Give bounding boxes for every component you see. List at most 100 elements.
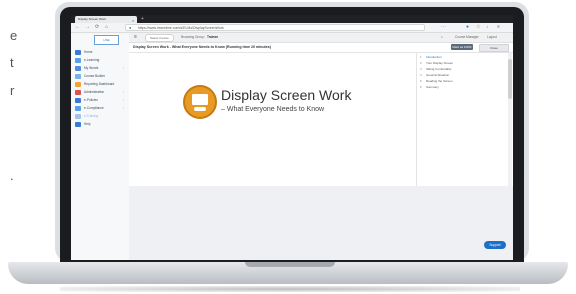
video-title: Display Screen Work: [221, 87, 352, 103]
report-icon: [75, 82, 81, 87]
menu-icon[interactable]: ≡: [134, 34, 137, 41]
background-text-fragment: e: [10, 28, 18, 43]
elearning-icon: [75, 58, 81, 63]
logout-link[interactable]: Logout: [487, 34, 497, 41]
sidebar-item-label: Home: [84, 50, 93, 54]
download-icon[interactable]: ↓: [486, 24, 489, 31]
video-subtitle: – What Everyone Needs to Know: [221, 106, 325, 113]
background-text-fragment: .: [10, 168, 14, 183]
sidebar-item-epolicies[interactable]: e-Policies ›: [75, 97, 125, 104]
sidebar-item-label: My Words: [84, 66, 99, 70]
content-lower-area: [129, 186, 513, 260]
laptop-screen: Display Screen Work × + ← → ⟳ ⌂ https://…: [71, 15, 513, 260]
sidebar-item-administration[interactable]: Administration ›: [75, 89, 125, 96]
scrollbar-thumb[interactable]: [508, 59, 512, 99]
sidebar-item-label: e-Compliance: [84, 106, 104, 110]
toc-item-number: 3: [420, 67, 422, 71]
user-menu[interactable]: Course Manager: [455, 34, 479, 41]
compliance-icon: [75, 106, 81, 111]
browser-navbar: ← → ⟳ ⌂ https://www.hseonline.com/s/ELMs…: [71, 23, 513, 33]
extension-icon[interactable]: ●: [466, 24, 469, 31]
address-bar[interactable]: https://www.hseonline.com/s/ELMs/Display…: [125, 24, 425, 31]
chevron-right-icon: ›: [123, 90, 125, 94]
bell-icon[interactable]: ♦: [441, 34, 443, 41]
address-bar-url: https://www.hseonline.com/s/ELMs/Display…: [138, 26, 224, 30]
sidebar-item-label: Help: [84, 122, 91, 126]
sidebar-item-course-builder[interactable]: Course Builder: [75, 73, 125, 80]
toc-item-number: 4: [420, 73, 422, 77]
close-button[interactable]: Close: [479, 44, 509, 52]
sidebar-item-label: e-Learning: [84, 58, 100, 62]
select-course-dropdown[interactable]: Select Course: [145, 34, 174, 42]
toc-item-label: Sitting Comfortably: [426, 67, 452, 71]
breadcrumb-prefix: Browsing Group:: [181, 35, 205, 39]
keyboard-icon: [194, 107, 206, 111]
sidebar-item-etraining[interactable]: e-Training: [75, 113, 125, 120]
toc-item-number: 5: [420, 79, 422, 83]
star-icon[interactable]: ☆: [476, 24, 480, 31]
toc-item-label: Your Display Screen: [426, 61, 454, 65]
sidebar-item-label: Administration: [84, 90, 105, 94]
toc-item-label: Summary: [426, 85, 439, 89]
page-header: Display Screen Work - What Everyone Need…: [129, 43, 513, 53]
laptop-lid: Display Screen Work × + ← → ⟳ ⌂ https://…: [55, 2, 529, 262]
app-subbar: ≡ Select Course Browsing Group: Trainee …: [129, 33, 513, 43]
reload-icon[interactable]: ⟳: [95, 24, 99, 31]
chevron-right-icon: ›: [123, 98, 125, 102]
toc-item-number: 1: [420, 55, 422, 59]
home-icon: [75, 50, 81, 55]
mark-complete-button[interactable]: Mark as 100%: [451, 44, 473, 50]
lock-icon: ●: [129, 25, 132, 30]
background-text-fragment: r: [10, 83, 15, 98]
admin-icon: [75, 90, 81, 95]
sidebar-item-ecompliance[interactable]: e-Compliance ›: [75, 105, 125, 112]
breadcrumb-value[interactable]: Trainee: [207, 34, 218, 41]
sidebar-item-elearning[interactable]: e-Learning: [75, 57, 125, 64]
toc-item-number: 6: [420, 85, 422, 89]
laptop-bezel: Display Screen Work × + ← → ⟳ ⌂ https://…: [60, 7, 524, 262]
sidebar-item-help[interactable]: Help: [75, 121, 125, 128]
toc-item-label: General Situation: [426, 73, 450, 77]
toc-item[interactable]: 1 Introduction: [420, 55, 510, 60]
new-tab-icon[interactable]: +: [141, 16, 144, 23]
toc-item[interactable]: 4 General Situation: [420, 73, 510, 78]
words-icon: [75, 66, 81, 71]
help-icon: [75, 122, 81, 127]
sidebar-item-my-words[interactable]: My Words ›: [75, 65, 125, 72]
chevron-right-icon: ›: [123, 106, 125, 110]
builder-icon: [75, 74, 81, 79]
toc-scrollbar[interactable]: [508, 53, 512, 186]
toc-item[interactable]: 6 Summary: [420, 85, 510, 90]
course-logo-icon: [183, 85, 217, 119]
settings-icon[interactable]: ≡: [497, 24, 500, 31]
sidebar-item-label: Course Builder: [84, 74, 106, 78]
support-button[interactable]: Support: [484, 241, 506, 249]
home-icon[interactable]: ⌂: [105, 24, 108, 31]
back-icon[interactable]: ←: [75, 24, 80, 31]
page-title: Display Screen Work - What Everyone Need…: [133, 45, 271, 49]
toc-item-label: Reading the Screen: [426, 79, 453, 83]
sidebar-item-reporting[interactable]: Reporting Dashboard: [75, 81, 125, 88]
laptop-notch: [245, 262, 335, 267]
course-video[interactable]: Display Screen Work – What Everyone Need…: [129, 53, 414, 186]
forward-icon[interactable]: →: [85, 24, 90, 31]
monitor-icon: [192, 94, 208, 105]
toc-item[interactable]: 3 Sitting Comfortably: [420, 67, 510, 72]
app-sidebar: HSE Home e-Learning My Words › Course Bu…: [71, 33, 130, 260]
sidebar-item-label: e-Policies: [84, 98, 98, 102]
app-logo[interactable]: HSE: [94, 35, 119, 45]
browser-menu-icon[interactable]: ⋯: [441, 24, 446, 31]
chevron-right-icon: ›: [123, 66, 125, 70]
sidebar-item-label: Reporting Dashboard: [84, 82, 115, 86]
toc-item[interactable]: 2 Your Display Screen: [420, 61, 510, 66]
browser-tab-title: Display Screen Work: [78, 17, 106, 21]
toc-item[interactable]: 5 Reading the Screen: [420, 79, 510, 84]
browser-tab[interactable]: Display Screen Work ×: [75, 16, 137, 23]
toc-item-number: 2: [420, 61, 422, 65]
course-toc: 1 Introduction 2 Your Display Screen 3 S…: [416, 53, 513, 186]
training-icon: [75, 114, 81, 119]
laptop-shadow: [60, 286, 520, 292]
browser-tabbar: Display Screen Work × +: [71, 15, 513, 23]
toc-item-label: Introduction: [426, 55, 442, 59]
sidebar-item-home[interactable]: Home: [75, 49, 125, 56]
